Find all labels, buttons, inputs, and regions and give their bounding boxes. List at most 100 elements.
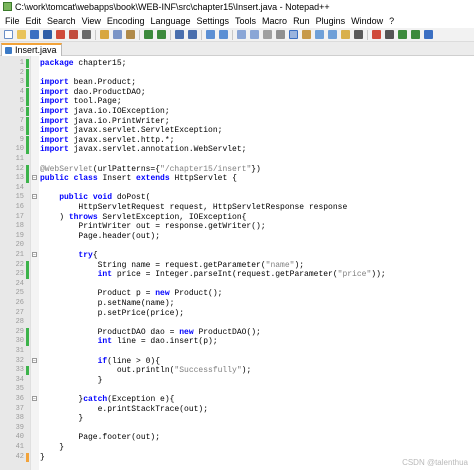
code-line[interactable]: 27 p.setPrice(price); xyxy=(0,309,474,318)
code-line[interactable]: 25 Product p = new Product(); xyxy=(0,289,474,298)
code-line[interactable]: 41 } xyxy=(0,443,474,452)
line-number: 6 xyxy=(19,107,24,115)
code-line[interactable]: 15 − public void doPost( xyxy=(0,193,474,202)
doc-map-icon[interactable] xyxy=(315,30,324,39)
menu-settings[interactable]: Settings xyxy=(194,14,233,28)
word-wrap-icon[interactable] xyxy=(263,30,272,39)
code-line[interactable]: 28 xyxy=(0,318,474,327)
code-editor[interactable]: 1 package chapter15; 2 3 import bean.Product… xyxy=(0,56,474,470)
zoom-in-icon[interactable] xyxy=(206,30,215,39)
save-all-icon[interactable] xyxy=(43,30,52,39)
sync-horizontal-icon[interactable] xyxy=(250,30,259,39)
code-line[interactable]: 39 xyxy=(0,424,474,433)
menu-search[interactable]: Search xyxy=(44,14,79,28)
folder-workspace-icon[interactable] xyxy=(341,30,350,39)
fold-toggle-icon[interactable]: − xyxy=(32,357,37,363)
code-line[interactable]: 26 p.setName(name); xyxy=(0,299,474,308)
code-line[interactable]: 6 import java.io.IOException; xyxy=(0,107,474,116)
code-line[interactable]: 23 int price = Integer.parseInt(request.… xyxy=(0,270,474,280)
save-macro-icon[interactable] xyxy=(424,30,433,39)
code-line[interactable]: 20 xyxy=(0,241,474,250)
code-line[interactable]: 35 xyxy=(0,385,474,394)
menu-run[interactable]: Run xyxy=(290,14,313,28)
redo-icon[interactable] xyxy=(157,30,166,39)
code-line[interactable]: 24 xyxy=(0,280,474,289)
cut-icon[interactable] xyxy=(100,30,109,39)
find-icon[interactable] xyxy=(175,30,184,39)
menu-plugins[interactable]: Plugins xyxy=(313,14,349,28)
save-icon[interactable] xyxy=(30,30,39,39)
code-line[interactable]: 32 − if(line > 0){ xyxy=(0,357,474,366)
code-line[interactable]: 31 xyxy=(0,347,474,356)
play-macro-icon[interactable] xyxy=(398,30,407,39)
code-line[interactable]: 33 out.println("Successfully"); xyxy=(0,366,474,376)
saved-change-marker xyxy=(26,135,29,145)
fold-toggle-icon[interactable]: − xyxy=(32,194,37,200)
close-icon[interactable] xyxy=(56,30,65,39)
code-line[interactable]: 30 int line = dao.insert(p); xyxy=(0,337,474,347)
print-icon[interactable] xyxy=(82,30,91,39)
menu-file[interactable]: File xyxy=(0,14,23,28)
code-line[interactable]: 13 − public class Insert extends HttpServl… xyxy=(0,174,474,184)
code-line[interactable]: 11 xyxy=(0,155,474,164)
menu-window[interactable]: Window xyxy=(348,14,386,28)
code-line[interactable]: 10 import javax.servlet.annotation.WebSer… xyxy=(0,145,474,155)
code-line[interactable]: 36 − }catch(Exception e){ xyxy=(0,395,474,404)
fold-toggle-icon[interactable]: − xyxy=(32,252,37,258)
code-line[interactable]: 4 import dao.ProductDAO; xyxy=(0,87,474,97)
code-text: Page.header(out); xyxy=(40,231,161,241)
fold-toggle-icon[interactable]: − xyxy=(32,175,37,181)
code-line[interactable]: 3 import bean.Product; xyxy=(0,78,474,88)
code-text: p.setPrice(price); xyxy=(40,308,185,318)
close-all-icon[interactable] xyxy=(69,30,78,39)
code-line[interactable]: 21 − try{ xyxy=(0,251,474,260)
code-line[interactable]: 14 xyxy=(0,184,474,193)
stop-macro-icon[interactable] xyxy=(385,30,394,39)
menu-help[interactable]: ? xyxy=(386,14,397,28)
open-folder-icon[interactable] xyxy=(17,30,26,39)
code-line[interactable]: 12 @WebServlet(urlPatterns={"/chapter15/i… xyxy=(0,164,474,174)
replace-icon[interactable] xyxy=(188,30,197,39)
menu-language[interactable]: Language xyxy=(147,14,193,28)
line-number: 42 xyxy=(15,452,24,461)
run-macro-multiple-icon[interactable] xyxy=(411,30,420,39)
undo-icon[interactable] xyxy=(144,30,153,39)
code-line[interactable]: 40 Page.footer(out); xyxy=(0,433,474,442)
code-line[interactable]: 22 String name = request.getParameter("n… xyxy=(0,260,474,270)
menu-tools[interactable]: Tools xyxy=(232,14,259,28)
menu-edit[interactable]: Edit xyxy=(23,14,45,28)
indent-guide-icon[interactable] xyxy=(289,30,298,39)
code-line[interactable]: 9 import javax.servlet.http.*; xyxy=(0,135,474,145)
zoom-out-icon[interactable] xyxy=(219,30,228,39)
code-line[interactable]: 18 PrintWriter out = response.getWriter(… xyxy=(0,222,474,231)
code-line[interactable]: 2 xyxy=(0,68,474,78)
show-all-chars-icon[interactable] xyxy=(276,30,285,39)
tab-insert-java[interactable]: Insert.java xyxy=(1,43,62,56)
line-number: 25 xyxy=(15,289,24,298)
new-file-icon[interactable] xyxy=(4,30,13,39)
record-macro-icon[interactable] xyxy=(372,30,381,39)
udl-icon[interactable] xyxy=(302,30,311,39)
menu-macro[interactable]: Macro xyxy=(259,14,290,28)
code-line[interactable]: 7 import java.io.PrintWriter; xyxy=(0,116,474,126)
code-line[interactable]: 1 package chapter15; xyxy=(0,59,474,68)
code-line[interactable]: 19 Page.header(out); xyxy=(0,232,474,241)
code-line[interactable]: 37 e.printStackTrace(out); xyxy=(0,405,474,414)
sync-vertical-icon[interactable] xyxy=(237,30,246,39)
function-list-icon[interactable] xyxy=(328,30,337,39)
copy-icon[interactable] xyxy=(113,30,122,39)
fold-toggle-icon[interactable]: − xyxy=(32,396,37,402)
code-line[interactable]: 34 } xyxy=(0,376,474,385)
menu-view[interactable]: View xyxy=(79,14,104,28)
code-line[interactable]: 16 HttpServletRequest request, HttpServl… xyxy=(0,203,474,212)
paste-icon[interactable] xyxy=(126,30,135,39)
menu-encoding[interactable]: Encoding xyxy=(104,14,148,28)
code-text: int price = Integer.parseInt(request.get… xyxy=(97,270,386,280)
code-line[interactable]: 29 ProductDAO dao = new ProductDAO(); xyxy=(0,327,474,337)
code-line[interactable]: 17 ) throws ServletException, IOExceptio… xyxy=(0,213,474,222)
code-line[interactable]: 8 import javax.servlet.ServletException; xyxy=(0,126,474,136)
monitoring-icon[interactable] xyxy=(354,30,363,39)
code-line[interactable]: 5 import tool.Page; xyxy=(0,97,474,107)
code-line[interactable]: 38 } xyxy=(0,414,474,423)
file-saved-icon xyxy=(5,47,12,54)
